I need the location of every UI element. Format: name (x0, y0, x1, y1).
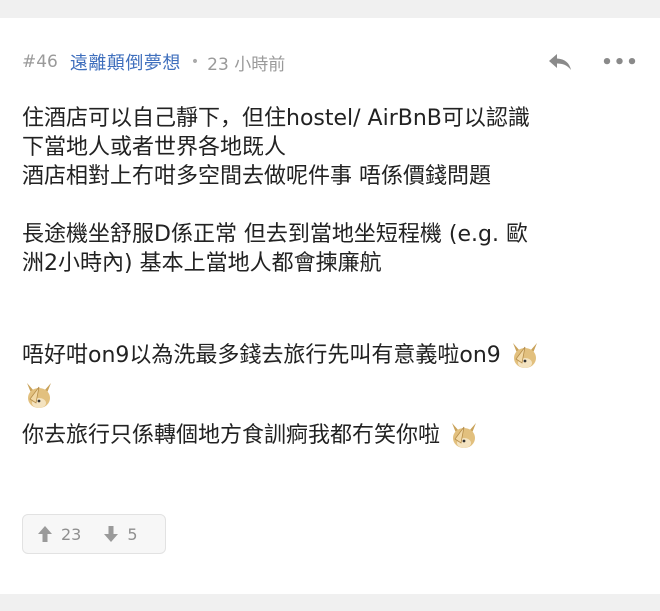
content-line: 你去旅行只係轉個地方食訓痾我都冇笑你啦 (22, 416, 642, 456)
post-card: #46 遠離顛倒夢想 • 23 小時前 ••• 住酒店可以自己靜下，但住host… (0, 18, 660, 594)
more-icon: ••• (601, 51, 639, 73)
content-line: 下當地人或者世界各地既人 (22, 135, 287, 160)
paragraph: 長途機坐舒服D係正常 但去到當地坐短程機 (e.g. 歐 洲2小時內) 基本上當… (22, 220, 642, 278)
content-line: 洲2小時內) 基本上當地人都會揀廉航 (22, 251, 382, 276)
post-header: #46 遠離顛倒夢想 • 23 小時前 ••• (22, 48, 638, 76)
more-options-button[interactable]: ••• (601, 48, 639, 76)
content-line: 長途機坐舒服D係正常 但去到當地坐短程機 (e.g. 歐 (22, 222, 528, 247)
upvote-count: 23 (61, 524, 82, 544)
content-text: 唔好咁on9以為洗最多錢去旅行先叫有意義啦on9 (22, 343, 501, 368)
arrow-down-icon (104, 526, 119, 542)
post-number[interactable]: #46 (22, 52, 58, 72)
content-line: 唔好咁on9以為洗最多錢去旅行先叫有意義啦on9 (22, 336, 642, 376)
post-time: 23 小時前 (207, 54, 286, 75)
upvote-button[interactable]: 23 (37, 525, 81, 544)
facepalm-dog-emoji-icon (512, 343, 537, 368)
downvote-count: 5 (127, 524, 138, 544)
arrow-up-icon (38, 526, 52, 542)
content-line: 酒店相對上冇咁多空間去做呢件事 唔係價錢問題 (22, 164, 491, 189)
content-line (22, 376, 642, 416)
post-content: 住酒店可以自己靜下，但住hostel/ AirBnB可以認識 下當地人或者世界各… (22, 104, 642, 456)
vote-box: 23 5 (22, 514, 166, 554)
reply-icon (549, 54, 571, 70)
author-name[interactable]: 遠離顛倒夢想 (70, 49, 181, 75)
facepalm-dog-emoji-icon (27, 383, 51, 408)
downvote-button[interactable]: 5 (103, 524, 138, 544)
content-line: 住酒店可以自己靜下，但住hostel/ AirBnB可以認識 (22, 106, 530, 131)
content-text: 你去旅行只係轉個地方食訓痾我都冇笑你啦 (22, 423, 441, 448)
reply-button[interactable] (542, 48, 578, 76)
facepalm-dog-emoji-icon (452, 423, 477, 448)
paragraph: 唔好咁on9以為洗最多錢去旅行先叫有意義啦on9 你去旅行只係轉個地方食訓痾我都… (22, 336, 642, 456)
meta-separator: • (190, 54, 200, 70)
paragraph: 住酒店可以自己靜下，但住hostel/ AirBnB可以認識 下當地人或者世界各… (22, 104, 642, 191)
